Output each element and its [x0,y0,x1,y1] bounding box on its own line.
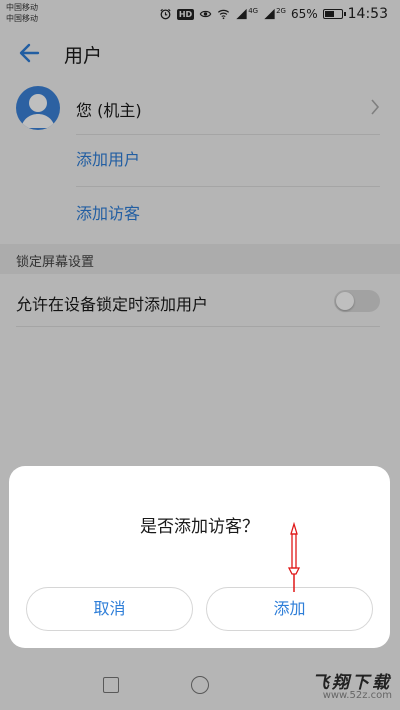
watermark-url: www.52z.com [322,690,392,701]
tap-indicator-arrow-icon [287,522,301,592]
watermark-logo: 飞翔下载 www.52z.com [296,668,392,704]
add-guest-dialog: 是否添加访客？ 取消 添加 [9,466,390,648]
cancel-button[interactable]: 取消 [26,587,193,631]
dialog-title: 是否添加访客？ [140,517,259,537]
